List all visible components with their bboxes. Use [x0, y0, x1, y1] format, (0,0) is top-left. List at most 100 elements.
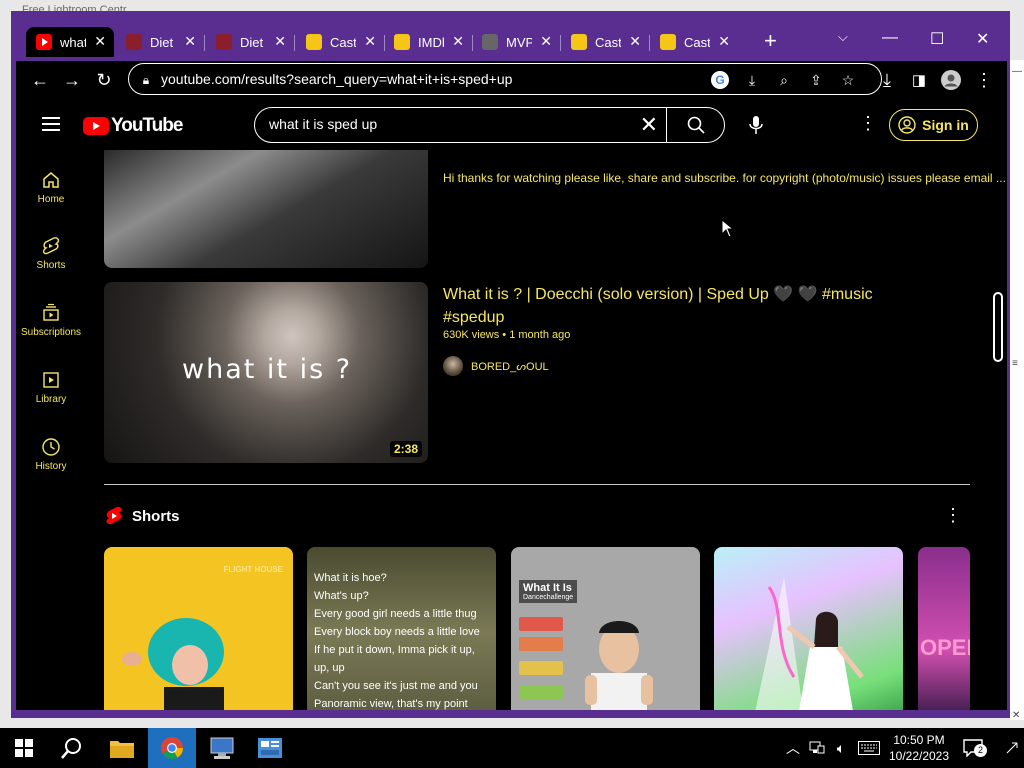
taskbar-app-computer[interactable]	[198, 728, 246, 768]
sidebar-item-history[interactable]: History	[16, 437, 86, 472]
video-thumbnail-1[interactable]	[104, 150, 428, 268]
youtube-logo[interactable]: YouTube	[83, 115, 183, 137]
sign-in-button[interactable]: Sign in	[889, 109, 978, 141]
tab-imdb[interactable]: IMDb ✕	[384, 27, 473, 57]
google-lens-icon[interactable]: G	[711, 71, 729, 89]
tab-cast-1[interactable]: Cast ✕	[296, 27, 385, 57]
browser-menu-icon[interactable]: ⋮	[973, 69, 995, 91]
youtube-wordmark: YouTube	[111, 115, 183, 136]
tab-diet-1[interactable]: Diet ✕	[116, 27, 205, 57]
hamburger-menu-icon[interactable]	[42, 117, 60, 131]
more-options-icon[interactable]: ⋮	[944, 505, 962, 526]
volume-icon[interactable]: 🔈︎	[830, 728, 852, 768]
search-button[interactable]	[667, 107, 725, 143]
taskbar-app-control-panel[interactable]	[246, 728, 294, 768]
windows-icon	[15, 739, 33, 757]
lyric-line: If he put it down, Imma pick it up,	[314, 644, 475, 656]
notification-count: 2	[974, 744, 987, 757]
mouse-cursor-icon	[722, 220, 734, 238]
clock-date: 10/22/2023	[888, 749, 950, 763]
short-card-3[interactable]: What It Is Dancechallenge	[511, 547, 700, 710]
taskbar-clock[interactable]: 10:50 PM 10/22/2023	[887, 732, 951, 764]
background-window-edge: — ≡ ✕	[1010, 60, 1024, 721]
close-tab-icon[interactable]: ✕	[452, 34, 464, 48]
short-card-4[interactable]	[714, 547, 903, 710]
settings-more-icon[interactable]: ⋮	[859, 113, 877, 134]
video-thumbnail-2[interactable]: what it is ? 2:38	[104, 282, 428, 463]
close-tab-icon[interactable]: ✕	[94, 34, 106, 48]
scrollbar-thumb[interactable]	[993, 292, 1003, 362]
video-meta-2: 630K views • 1 month ago	[443, 329, 571, 341]
clear-search-icon[interactable]: ✕	[640, 114, 658, 136]
short-thumbnail-art	[755, 577, 864, 710]
channel-name[interactable]: BORED_ᔕOUL	[471, 360, 549, 373]
taskbar-file-explorer[interactable]	[98, 728, 146, 768]
video-duration-badge: 2:38	[389, 441, 422, 457]
close-tab-icon[interactable]: ✕	[540, 34, 552, 48]
taskbar-search-button[interactable]	[48, 728, 96, 768]
tab-mvp[interactable]: MVP ✕	[472, 27, 561, 57]
thumbnail-caption: what it is ?	[182, 354, 353, 385]
short-card-2[interactable]: What it is hoe? What's up? Every good gi…	[307, 547, 496, 710]
show-hidden-icons[interactable]: ︿	[782, 728, 804, 768]
sidebar-item-library[interactable]: Library	[16, 370, 86, 405]
zoom-icon[interactable]: ⌕	[775, 71, 793, 89]
close-window-button[interactable]: ✕	[976, 29, 989, 49]
minimize-button[interactable]: —	[882, 29, 898, 47]
sidebar-item-home[interactable]: Home	[16, 170, 86, 205]
channel-avatar[interactable]	[443, 356, 463, 376]
maximize-button[interactable]: ☐	[930, 29, 944, 49]
bookmark-star-icon[interactable]: ☆	[839, 71, 857, 89]
sidebar-item-shorts[interactable]: Shorts	[16, 236, 86, 271]
tab-youtube-search[interactable]: what it is sped up ✕	[26, 27, 114, 57]
new-tab-button[interactable]: +	[764, 30, 777, 52]
keyboard-icon[interactable]	[856, 728, 882, 768]
lyric-line: Panoramic view, that's my point	[314, 698, 468, 710]
close-tab-icon[interactable]: ✕	[718, 34, 730, 48]
search-box[interactable]: ✕	[254, 107, 667, 143]
notification-center[interactable]: 2	[956, 728, 990, 768]
lock-icon[interactable]: 🔒︎	[137, 71, 155, 89]
channel-link[interactable]: BORED_ᔕOUL	[443, 356, 549, 376]
search-input[interactable]	[269, 116, 629, 132]
short-card-1[interactable]: FLIGHT HOUSE	[104, 547, 293, 710]
network-icon[interactable]	[806, 728, 828, 768]
lyric-line: up, up	[314, 662, 345, 674]
clock-time: 10:50 PM	[893, 733, 945, 747]
reload-button[interactable]: ↻	[93, 69, 115, 91]
shorts-icon	[42, 237, 60, 255]
start-button[interactable]	[0, 728, 48, 768]
install-app-icon[interactable]: ⤓	[743, 71, 761, 89]
short-thumbnail-art	[519, 617, 653, 710]
close-tab-icon[interactable]: ✕	[629, 34, 641, 48]
lyric-line: Every good girl needs a little thug	[314, 608, 477, 620]
video-title-2[interactable]: What it is ? | Doecchi (solo version) | …	[443, 283, 893, 329]
tab-search-icon[interactable]: ⌵	[838, 29, 848, 45]
chrome-icon	[161, 737, 183, 759]
forward-button[interactable]: →	[61, 69, 83, 91]
close-tab-icon[interactable]: ✕	[274, 34, 286, 48]
close-tab-icon[interactable]: ✕	[364, 34, 376, 48]
close-tab-icon[interactable]: ✕	[184, 34, 196, 48]
taskbar-chrome[interactable]	[148, 728, 196, 768]
short-card-5[interactable]: OPEN	[918, 547, 970, 710]
tab-title: MVP	[506, 34, 532, 50]
address-bar[interactable]: 🔒︎ youtube.com/results?search_query=what…	[128, 63, 882, 95]
profile-avatar[interactable]	[940, 69, 962, 91]
tab-diet-2[interactable]: Diet ✕	[206, 27, 295, 57]
side-panel-icon[interactable]: ◨	[908, 69, 930, 91]
imdb-icon	[571, 34, 587, 50]
back-button[interactable]: ←	[29, 69, 51, 91]
sidebar-item-subscriptions[interactable]: Subscriptions	[16, 303, 86, 338]
globe-icon	[482, 34, 498, 50]
tab-cast-3[interactable]: Cast ✕	[650, 27, 738, 57]
lyric-line: What it is hoe?	[314, 572, 387, 584]
shorts-logo-icon	[106, 506, 122, 525]
share-icon[interactable]: ⇪	[807, 71, 825, 89]
library-icon	[43, 372, 59, 388]
downloads-icon[interactable]: ⤓	[876, 69, 898, 91]
microphone-icon[interactable]	[749, 116, 763, 134]
imdb-icon	[660, 34, 676, 50]
show-desktop-icon[interactable]	[1000, 728, 1024, 768]
tab-cast-2[interactable]: Cast ✕	[561, 27, 650, 57]
